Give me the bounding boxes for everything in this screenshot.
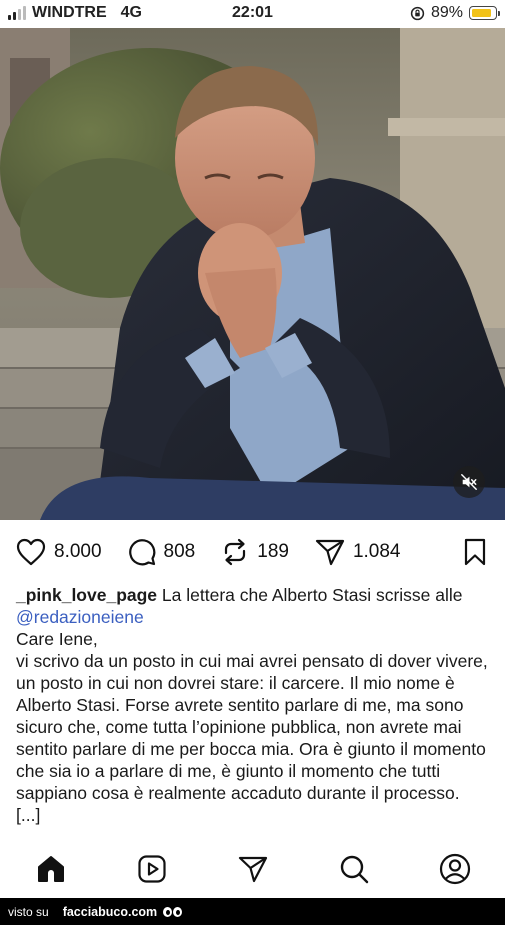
repost-count: 189 — [257, 541, 289, 562]
caption-body: vi scrivo da un posto in cui mai avrei p… — [16, 651, 488, 825]
caption-username[interactable]: _pink_love_page — [16, 585, 157, 605]
bottom-nav — [0, 840, 505, 898]
watermark-site: facciabuco.com — [62, 904, 158, 919]
nav-profile[interactable] — [430, 844, 480, 894]
like-button[interactable]: 8.000 — [16, 538, 102, 566]
profile-icon — [439, 853, 470, 885]
orientation-lock-icon — [410, 6, 425, 20]
save-button[interactable] — [463, 538, 487, 571]
mute-icon — [461, 474, 477, 490]
mute-button[interactable] — [453, 466, 485, 498]
share-button[interactable]: 1.084 — [315, 538, 401, 566]
nav-direct[interactable] — [228, 844, 278, 894]
status-bar: WINDTRE 4G 22:01 89% — [0, 0, 505, 28]
post-actions: 8.000 808 189 1.084 — [16, 534, 489, 570]
nav-search[interactable] — [329, 844, 379, 894]
reels-icon — [137, 855, 166, 883]
heart-icon — [16, 538, 46, 566]
nav-reels[interactable] — [127, 844, 177, 894]
post-caption: _pink_love_page La lettera che Alberto S… — [16, 584, 488, 826]
watermark-prefix: visto su — [8, 904, 49, 919]
battery-icon — [469, 6, 500, 20]
post-photo — [0, 28, 505, 520]
repost-button[interactable]: 189 — [221, 538, 289, 566]
share-count: 1.084 — [352, 541, 401, 562]
send-icon — [315, 539, 345, 566]
caption-greeting: Care Iene, — [16, 629, 98, 649]
battery-percent: 89% — [430, 4, 463, 21]
caption-mention[interactable]: @redazioneiene — [16, 607, 144, 627]
like-count: 8.000 — [54, 541, 102, 562]
search-icon — [340, 855, 368, 884]
watermark-bar: visto su facciabuco.com — [0, 898, 505, 925]
send-icon — [238, 856, 267, 883]
bookmark-icon — [464, 538, 486, 566]
battery-info: 89% — [410, 4, 500, 22]
post-media[interactable] — [0, 28, 505, 520]
nav-home[interactable] — [26, 844, 76, 894]
home-icon — [37, 856, 64, 882]
comment-icon — [128, 539, 155, 566]
watermark-eyes-icon — [163, 906, 183, 917]
caption-text: La lettera che Alberto Stasi scrisse all… — [161, 585, 463, 605]
repost-icon — [225, 538, 246, 566]
comment-count: 808 — [163, 541, 196, 562]
comment-button[interactable]: 808 — [128, 538, 196, 566]
